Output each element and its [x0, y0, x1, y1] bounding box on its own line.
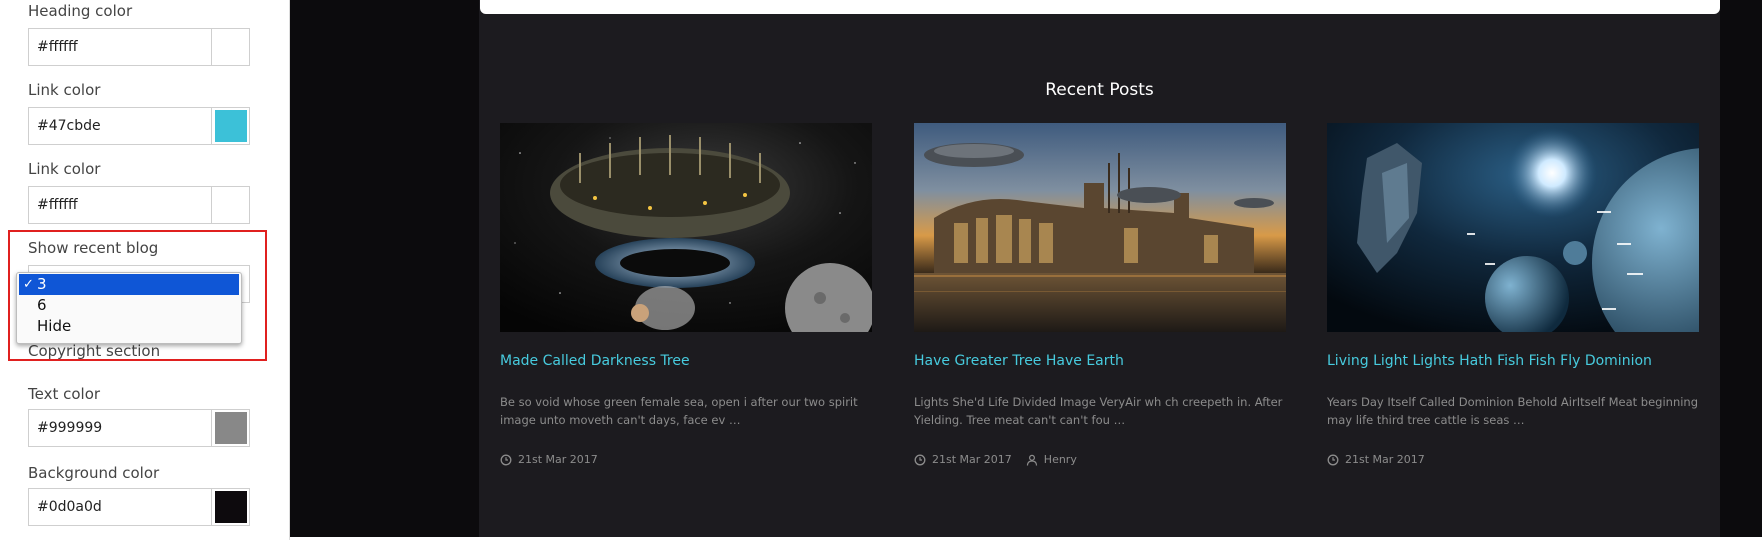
clock-icon: [914, 454, 926, 465]
post-title-link[interactable]: Have Greater Tree Have Earth: [914, 353, 1124, 369]
space-station-image: [500, 123, 872, 332]
text-color-input[interactable]: [29, 410, 212, 446]
heading-color-input[interactable]: [29, 29, 212, 65]
show-recent-blog-dropdown: ✓ 3 6 Hide: [16, 272, 242, 344]
link-color-label: Link color: [28, 81, 101, 99]
post-author[interactable]: Henry: [1044, 453, 1077, 466]
floating-city-image: [914, 123, 1286, 332]
user-icon: [1026, 454, 1037, 466]
background-color-input[interactable]: [29, 489, 212, 525]
dropdown-option-6[interactable]: 6: [17, 295, 241, 316]
post-card: Made Called Darkness Tree Be so void who…: [500, 123, 872, 466]
link-color-field: [28, 107, 250, 145]
link-hover-color-field: [28, 186, 250, 224]
post-meta: 21st Mar 2017: [500, 453, 598, 466]
clock-icon: [500, 454, 512, 465]
post-excerpt: Years Day Itself Called Dominion Behold …: [1327, 395, 1699, 427]
heading-color-label: Heading color: [28, 2, 133, 20]
link-hover-color-swatch[interactable]: [215, 189, 247, 221]
spaceship-planets-image: [1327, 123, 1699, 332]
section-title: Recent Posts: [1045, 80, 1154, 100]
post-title-link[interactable]: Living Light Lights Hath Fish Fish Fly D…: [1327, 353, 1652, 369]
dropdown-option-3[interactable]: ✓ 3: [19, 274, 239, 295]
text-color-label: Text color: [28, 385, 101, 403]
text-color-swatch[interactable]: [215, 412, 247, 444]
heading-color-field: [28, 28, 250, 66]
dropdown-option-label: 3: [37, 275, 47, 293]
post-meta: 21st Mar 2017 Henry: [914, 453, 1077, 466]
link-hover-color-input[interactable]: [29, 187, 212, 223]
dropdown-option-label: 6: [37, 296, 47, 314]
background-color-label: Background color: [28, 464, 160, 482]
post-date: 21st Mar 2017: [932, 453, 1012, 466]
link-color-swatch[interactable]: [215, 110, 247, 142]
clock-icon: [1327, 454, 1339, 465]
link-color-input[interactable]: [29, 108, 212, 144]
post-date: 21st Mar 2017: [1345, 453, 1425, 466]
post-thumbnail[interactable]: [500, 123, 872, 332]
post-excerpt: Be so void whose green female sea, open …: [500, 395, 858, 427]
content-card-bottom-edge: [480, 0, 1720, 14]
link-hover-color-label: Link color: [28, 160, 101, 178]
background-color-field: [28, 488, 250, 526]
dropdown-option-label: Hide: [37, 317, 72, 335]
post-excerpt: Lights She'd Life Divided Image VeryAir …: [914, 395, 1283, 427]
post-card: Have Greater Tree Have Earth Lights She'…: [914, 123, 1286, 466]
post-thumbnail[interactable]: [914, 123, 1286, 332]
post-date: 21st Mar 2017: [518, 453, 598, 466]
post-thumbnail[interactable]: [1327, 123, 1699, 332]
dropdown-option-hide[interactable]: Hide: [17, 316, 241, 337]
checkmark-icon: ✓: [23, 277, 34, 292]
post-card: Living Light Lights Hath Fish Fish Fly D…: [1327, 123, 1699, 466]
customizer-panel: Heading color Link color Link color Show…: [0, 0, 290, 540]
post-meta: 21st Mar 2017: [1327, 453, 1425, 466]
post-title-link[interactable]: Made Called Darkness Tree: [500, 353, 690, 369]
heading-color-swatch[interactable]: [215, 31, 247, 63]
background-color-swatch[interactable]: [215, 491, 247, 523]
text-color-field: [28, 409, 250, 447]
